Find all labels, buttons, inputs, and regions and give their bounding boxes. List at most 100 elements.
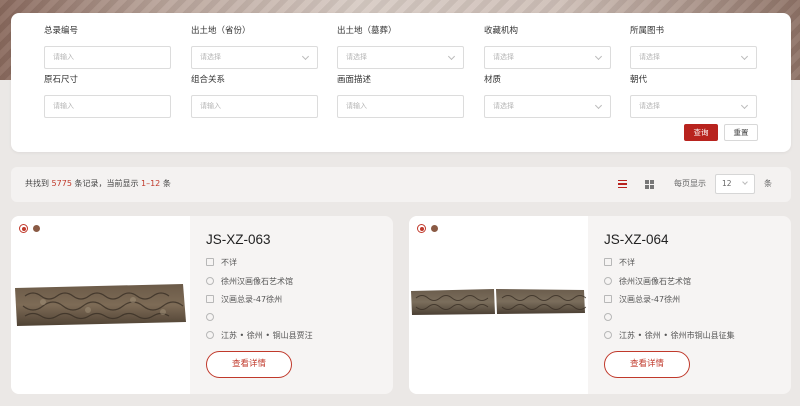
institution-value: 徐州汉画像石艺术馆 [221,277,293,286]
book-value: 汉画总录-47徐州 [221,295,283,304]
description-input[interactable]: 请输入 [337,95,464,118]
card-title: JS-XZ-063 [206,232,271,247]
material-select[interactable]: 请选择 [484,95,611,118]
result-card: JS-XZ-063 不详 徐州汉画像石艺术馆 汉画总录-47徐州 江苏 • 徐州… [11,216,393,394]
institution-select[interactable]: 请选择 [484,46,611,69]
select-placeholder: 请选择 [346,53,367,61]
filter-material: 材质 请选择 [484,73,611,118]
building-icon [206,277,214,285]
select-placeholder: 请选择 [639,53,660,61]
dynasty-value: 不详 [619,258,635,267]
search-button[interactable]: 查询 [684,124,718,141]
filter-stone-size: 原石尺寸 请输入 [44,73,171,118]
card-location: 江苏 • 徐州 • 徐州市铜山县征集 [604,330,735,342]
tomb-select[interactable]: 请选择 [337,46,464,69]
card-location: 江苏 • 徐州 • 铜山县贾汪 [206,330,313,342]
chevron-down-icon [594,101,603,110]
filter-combination: 组合关系 请输入 [191,73,318,118]
card-institution: 徐州汉画像石艺术馆 [206,276,293,288]
card-dynasty: 不详 [604,257,635,269]
results-summary: 共找到 5775 条记录，当前显示 1–12 条 [25,178,171,189]
per-page-value: 12 [722,179,732,188]
chevron-down-icon [594,52,603,61]
per-page-unit: 条 [764,179,772,188]
field-label: 朝代 [630,75,648,85]
card-book: 汉画总录-47徐州 [604,294,680,306]
location-pin-icon [604,331,612,339]
filter-panel: 总录编号 请输入 出土地（省份） 请选择 出土地（墓葬） 请选择 收藏机构 请选… [11,13,791,152]
filter-dynasty: 朝代 请选择 [630,73,757,118]
select-placeholder: 请选择 [493,102,514,110]
calendar-icon [206,258,214,266]
results-total: 5775 [51,179,72,188]
location-pin-icon [206,331,214,339]
book-select[interactable]: 请选择 [630,46,757,69]
field-label: 原石尺寸 [44,75,79,85]
field-label: 出土地（省份） [191,26,251,36]
card-book: 汉画总录-47徐州 [206,294,282,306]
stone-relief-image [411,289,586,315]
grid-view-icon[interactable] [645,180,654,189]
book-value: 汉画总录-47徐州 [619,295,681,304]
field-label: 所属图书 [630,26,665,36]
field-label: 收藏机构 [484,26,519,36]
card-title: JS-XZ-064 [604,232,669,247]
select-placeholder: 请选择 [639,102,660,110]
results-range: 1–12 [141,179,161,188]
card-institution: 徐州汉画像石艺术馆 [604,276,691,288]
reset-button[interactable]: 重置 [724,124,758,141]
per-page-select[interactable]: 12 [715,174,755,194]
image-dot[interactable] [431,225,438,232]
select-placeholder: 请选择 [493,53,514,61]
location-value: 江苏 • 徐州 • 铜山县贾汪 [221,331,313,340]
institution-value: 徐州汉画像石艺术馆 [619,277,691,286]
filter-province: 出土地（省份） 请选择 [191,24,318,69]
results-bar: 共找到 5775 条记录，当前显示 1–12 条 每页显示 12 条 [11,167,791,202]
select-placeholder: 请选择 [200,53,221,61]
image-dot[interactable] [33,225,40,232]
province-select[interactable]: 请选择 [191,46,318,69]
image-dot-active[interactable] [19,224,28,233]
stone-relief-image [15,284,186,326]
combination-input[interactable]: 请输入 [191,95,318,118]
calendar-icon [604,258,612,266]
stone-size-input[interactable]: 请输入 [44,95,171,118]
card-dynasty: 不详 [206,257,237,269]
view-details-button[interactable]: 查看详情 [604,351,690,378]
results-prefix: 共找到 [25,179,49,188]
filter-description: 画面描述 请输入 [337,73,464,118]
clock-icon [604,313,612,321]
view-details-button[interactable]: 查看详情 [206,351,292,378]
card-image[interactable] [11,216,190,394]
results-suffix: 条 [162,179,171,188]
book-icon [604,295,612,303]
chevron-down-icon [301,52,310,61]
card-dimensions [604,312,619,324]
card-dimensions [206,312,221,324]
filter-tomb: 出土地（墓葬） 请选择 [337,24,464,69]
location-value: 江苏 • 徐州 • 徐州市铜山县征集 [619,331,735,340]
field-label: 组合关系 [191,75,226,85]
book-icon [206,295,214,303]
results-middle: 条记录，当前显示 [74,179,139,188]
chevron-down-icon [740,101,749,110]
chevron-down-icon [742,179,748,185]
filter-catalog-number: 总录编号 请输入 [44,24,171,69]
dynasty-value: 不详 [221,258,237,267]
field-label: 画面描述 [337,75,372,85]
filter-book: 所属图书 请选择 [630,24,757,69]
card-image[interactable] [409,216,588,394]
field-label: 出土地（墓葬） [337,26,397,36]
chevron-down-icon [740,52,749,61]
chevron-down-icon [447,52,456,61]
catalog-number-input[interactable]: 请输入 [44,46,171,69]
per-page-label: 每页显示 [674,179,706,188]
field-label: 总录编号 [44,26,79,36]
building-icon [604,277,612,285]
list-view-icon[interactable] [618,180,627,188]
filter-institution: 收藏机构 请选择 [484,24,611,69]
result-card: JS-XZ-064 不详 徐州汉画像石艺术馆 汉画总录-47徐州 江苏 • 徐州… [409,216,791,394]
image-dot-active[interactable] [417,224,426,233]
dynasty-select[interactable]: 请选择 [630,95,757,118]
clock-icon [206,313,214,321]
